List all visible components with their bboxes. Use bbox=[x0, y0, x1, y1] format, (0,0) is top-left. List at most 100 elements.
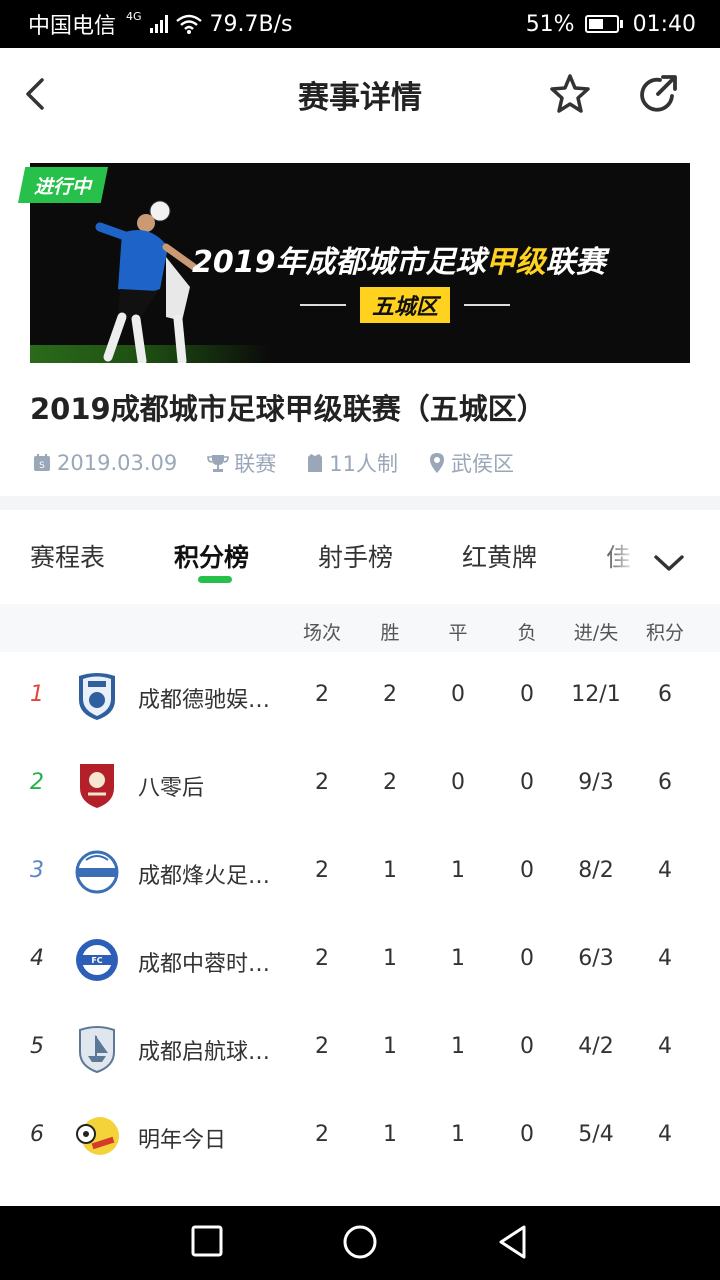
loss-value: 0 bbox=[520, 682, 534, 707]
header-goals: 进/失 bbox=[573, 622, 619, 644]
loss-value: 0 bbox=[520, 858, 534, 883]
match-title: 2019成都城市足球甲级联赛（五城区） bbox=[30, 392, 546, 426]
table-row[interactable]: 6 明年今日 2 1 1 0 5/4 4 bbox=[0, 1092, 720, 1180]
rank-number: 2 bbox=[30, 770, 44, 795]
team-name: 八零后 bbox=[138, 776, 205, 801]
match-type: 联赛 bbox=[207, 448, 276, 478]
active-tab-indicator bbox=[198, 576, 232, 583]
section-divider bbox=[0, 496, 720, 510]
team-name: 成都烽火足… bbox=[138, 864, 271, 889]
wifi-icon bbox=[175, 14, 202, 34]
played-value: 2 bbox=[315, 946, 329, 971]
status-bar: 中国电信 4G 79.7B/s 51% 01:40 bbox=[0, 0, 720, 48]
played-value: 2 bbox=[315, 682, 329, 707]
jersey-icon bbox=[308, 454, 323, 472]
banner-title: 2019年成都城市足球甲级联赛 bbox=[192, 245, 606, 280]
draw-value: 1 bbox=[451, 1034, 465, 1059]
goals-value: 12/1 bbox=[571, 682, 621, 707]
table-row[interactable]: 1 成都德驰娱… 2 2 0 0 12/1 6 bbox=[0, 652, 720, 740]
win-value: 2 bbox=[383, 682, 397, 707]
goals-value: 8/2 bbox=[578, 858, 614, 883]
goals-value: 4/2 bbox=[578, 1034, 614, 1059]
tab-scorers[interactable]: 射手榜 bbox=[318, 538, 393, 574]
table-row[interactable]: 4 FC 成都中蓉时… 2 1 1 0 6/3 4 bbox=[0, 916, 720, 1004]
team-logo-icon: FC bbox=[76, 939, 118, 981]
standings-table-header: 场次 胜 平 负 进/失 积分 bbox=[0, 604, 720, 652]
tab-bar: 赛程表 积分榜 射手榜 红黄牌 佳 bbox=[0, 510, 720, 602]
chevron-down-icon[interactable] bbox=[652, 552, 686, 574]
team-logo-icon bbox=[76, 1117, 119, 1155]
team-name: 成都中蓉时… bbox=[138, 952, 271, 977]
win-value: 2 bbox=[383, 770, 397, 795]
win-value: 1 bbox=[383, 946, 397, 971]
network-speed: 79.7B/s bbox=[209, 11, 293, 37]
calendar-icon: S bbox=[34, 454, 50, 471]
app-header: 赛事详情 bbox=[0, 48, 720, 140]
win-value: 1 bbox=[383, 858, 397, 883]
rank-number: 1 bbox=[30, 682, 44, 707]
match-date: S 2019.03.09 bbox=[32, 451, 177, 475]
table-row[interactable]: 5 成都启航球… 2 1 1 0 4/2 4 bbox=[0, 1004, 720, 1092]
event-banner: 2019年成都城市足球甲级联赛 五城区 bbox=[30, 163, 690, 363]
header-played: 场次 bbox=[302, 622, 341, 644]
team-logo-icon bbox=[80, 764, 114, 808]
loss-value: 0 bbox=[520, 1122, 534, 1147]
page-title: 赛事详情 bbox=[298, 79, 422, 116]
goals-value: 6/3 bbox=[578, 946, 614, 971]
played-value: 2 bbox=[315, 858, 329, 883]
back-arrow-icon[interactable] bbox=[18, 74, 58, 114]
star-icon[interactable] bbox=[548, 72, 592, 116]
draw-value: 1 bbox=[451, 1122, 465, 1147]
tab-cards[interactable]: 红黄牌 bbox=[462, 538, 537, 574]
points-value: 4 bbox=[658, 1034, 672, 1059]
header-win: 胜 bbox=[380, 622, 400, 644]
table-row[interactable]: 2 八零后 2 2 0 0 9/3 6 bbox=[0, 740, 720, 828]
rank-number: 5 bbox=[30, 1034, 44, 1059]
draw-value: 0 bbox=[451, 770, 465, 795]
goals-value: 5/4 bbox=[578, 1122, 614, 1147]
draw-value: 1 bbox=[451, 946, 465, 971]
back-nav-icon[interactable] bbox=[496, 1224, 530, 1260]
points-value: 4 bbox=[658, 946, 672, 971]
draw-value: 1 bbox=[451, 858, 465, 883]
recent-apps-icon[interactable] bbox=[190, 1224, 224, 1258]
system-nav-bar bbox=[0, 1206, 720, 1280]
tab-standings[interactable]: 积分榜 bbox=[174, 538, 249, 574]
team-logo-icon bbox=[79, 673, 115, 720]
draw-value: 0 bbox=[451, 682, 465, 707]
tab-schedule[interactable]: 赛程表 bbox=[30, 538, 105, 574]
network-type: 4G bbox=[126, 9, 142, 23]
points-value: 4 bbox=[658, 1122, 672, 1147]
header-points: 积分 bbox=[645, 622, 684, 644]
carrier-label: 中国电信 bbox=[28, 14, 117, 39]
trophy-icon bbox=[207, 455, 230, 472]
team-name: 明年今日 bbox=[138, 1128, 227, 1153]
match-info: S 2019.03.09 联赛 11人制 武侯区 bbox=[32, 448, 544, 478]
win-value: 1 bbox=[383, 1034, 397, 1059]
played-value: 2 bbox=[315, 770, 329, 795]
rank-number: 4 bbox=[30, 946, 44, 971]
svg-text:S: S bbox=[39, 461, 45, 471]
home-icon[interactable] bbox=[342, 1224, 378, 1260]
location-pin-icon bbox=[429, 453, 444, 473]
played-value: 2 bbox=[315, 1034, 329, 1059]
banner-subtitle: 五城区 bbox=[300, 287, 511, 323]
svg-text:FC: FC bbox=[91, 956, 102, 965]
points-value: 4 bbox=[658, 858, 672, 883]
loss-value: 0 bbox=[520, 770, 534, 795]
loss-value: 0 bbox=[520, 946, 534, 971]
loss-value: 0 bbox=[520, 1034, 534, 1059]
team-logo-icon bbox=[79, 1026, 115, 1074]
win-value: 1 bbox=[383, 1122, 397, 1147]
battery-percent: 51% bbox=[525, 11, 575, 37]
rank-number: 6 bbox=[30, 1122, 44, 1147]
team-name: 成都启航球… bbox=[138, 1040, 271, 1065]
table-row[interactable]: 3 成都烽火足… 2 1 1 0 8/2 4 bbox=[0, 828, 720, 916]
battery-icon bbox=[584, 15, 623, 33]
played-value: 2 bbox=[315, 1122, 329, 1147]
share-icon[interactable] bbox=[636, 72, 680, 116]
team-name: 成都德驰娱… bbox=[138, 688, 271, 713]
points-value: 6 bbox=[658, 770, 672, 795]
rank-number: 3 bbox=[30, 858, 44, 883]
goals-value: 9/3 bbox=[578, 770, 614, 795]
